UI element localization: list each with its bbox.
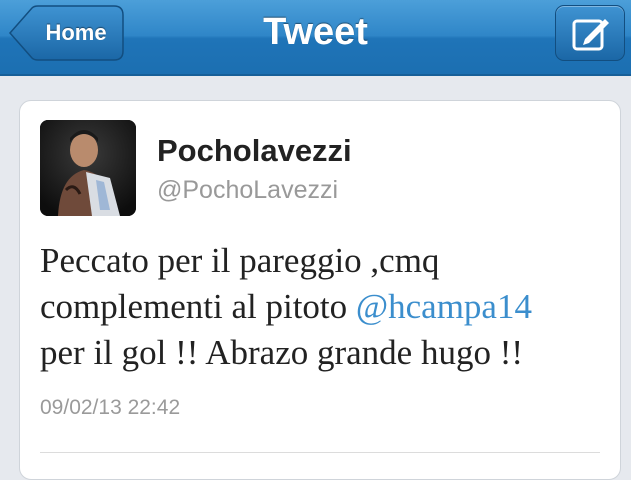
tweet-text-line-2-prefix: complementi al pitoto [40,287,356,326]
tweet-text-line-2: complementi al pitoto @hcampa14 [40,284,610,330]
navigation-bar: Home Tweet [0,0,631,76]
avatar[interactable] [40,120,136,216]
user-handle[interactable]: @PochoLavezzi [157,176,338,205]
compose-icon [572,19,609,51]
divider [40,452,600,453]
page-title: Tweet [263,11,368,53]
display-name[interactable]: Pocholavezzi [157,133,352,169]
profile-photo [40,120,136,216]
compose-button[interactable] [555,5,625,61]
tweet-text-line-1: Peccato per il pareggio ,cmq [40,241,440,280]
tweet-text: Peccato per il pareggio ,cmq complementi… [40,238,610,376]
mention-link[interactable]: @hcampa14 [356,287,532,326]
tweet-timestamp: 09/02/13 22:42 [40,396,181,419]
tweet-text-line-3: per il gol !! Abrazo grande hugo !! [40,333,524,372]
